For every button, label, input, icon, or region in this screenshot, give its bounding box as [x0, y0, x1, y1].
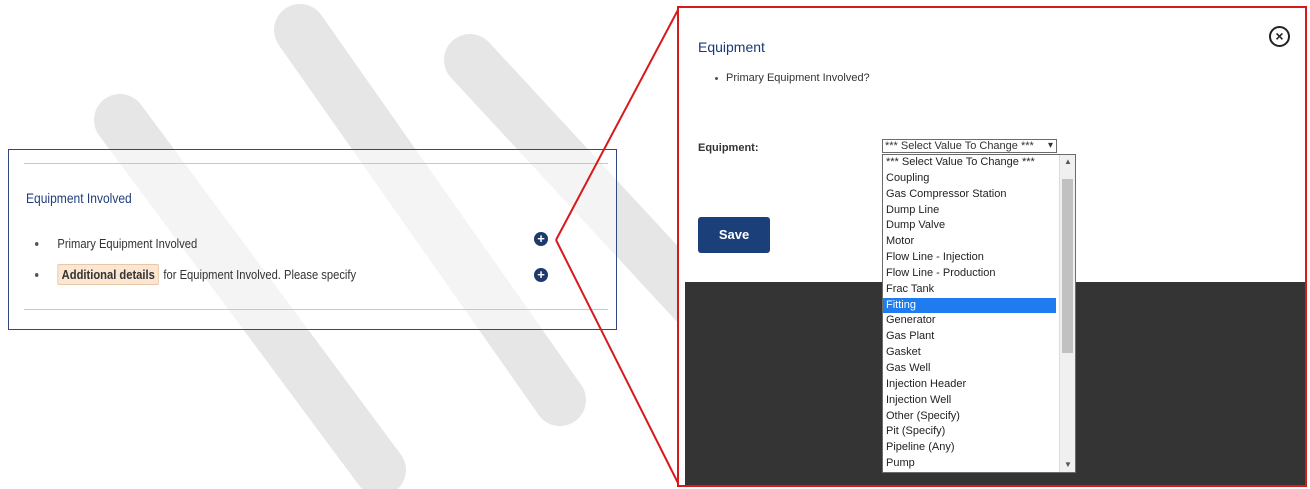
- add-additional-details-plus-icon[interactable]: +: [534, 268, 548, 282]
- item-label: for Equipment Involved. Please specify: [163, 267, 357, 282]
- dropdown-option[interactable]: Pump: [883, 456, 1056, 472]
- dialog-question: Primary Equipment Involved?: [715, 72, 870, 84]
- close-icon[interactable]: ×: [1269, 26, 1290, 47]
- dropdown-option[interactable]: Injection Header: [883, 377, 1056, 393]
- select-value: *** Select Value To Change ***: [885, 140, 1034, 152]
- item-label: Primary Equipment Involved: [57, 236, 198, 251]
- divider: [24, 163, 608, 164]
- bullet-icon: [35, 272, 39, 277]
- additional-details-highlight: Additional details: [57, 264, 160, 285]
- dropdown-option[interactable]: Gas Plant: [883, 329, 1056, 345]
- dropdown-option[interactable]: Generator: [883, 313, 1056, 329]
- dialog-title: Equipment: [698, 39, 765, 55]
- list-item-additional-details: Additional details for Equipment Involve…: [35, 264, 356, 285]
- dropdown-option[interactable]: Motor: [883, 234, 1056, 250]
- dropdown-option[interactable]: Injection Well: [883, 393, 1056, 409]
- dropdown-option[interactable]: *** Select Value To Change ***: [883, 155, 1056, 171]
- dropdown-option[interactable]: Flow Line - Production: [883, 266, 1056, 282]
- dropdown-option[interactable]: Gas Well: [883, 361, 1056, 377]
- bullet-icon: [35, 241, 39, 246]
- chevron-down-icon: ▾: [1047, 140, 1053, 151]
- dropdown-option[interactable]: Pipeline (Any): [883, 440, 1056, 456]
- dropdown-option[interactable]: Frac Tank: [883, 282, 1056, 298]
- dropdown-option[interactable]: Fitting: [883, 297, 1056, 314]
- section-title: Equipment Involved: [26, 190, 132, 206]
- equipment-involved-panel: Equipment Involved Primary Equipment Inv…: [8, 149, 617, 330]
- question-label: Primary Equipment Involved?: [726, 72, 870, 84]
- bullet-icon: [715, 76, 718, 80]
- scroll-up-icon[interactable]: ▲: [1060, 155, 1075, 169]
- equipment-dialog: Equipment × Primary Equipment Involved? …: [677, 6, 1307, 487]
- equipment-dropdown-list[interactable]: *** Select Value To Change *** Coupling Ga…: [882, 154, 1076, 473]
- dropdown-scrollbar[interactable]: ▲ ▼: [1059, 155, 1075, 472]
- save-button[interactable]: Save: [698, 217, 770, 253]
- dropdown-option[interactable]: Pit (Specify): [883, 424, 1056, 440]
- equipment-field-label: Equipment:: [698, 142, 759, 154]
- dropdown-option[interactable]: Dump Valve: [883, 218, 1056, 234]
- dropdown-option[interactable]: Coupling: [883, 171, 1056, 187]
- dropdown-option[interactable]: Flow Line - Injection: [883, 250, 1056, 266]
- equipment-select[interactable]: *** Select Value To Change *** ▾: [882, 139, 1057, 153]
- add-primary-equipment-plus-icon[interactable]: +: [534, 232, 548, 246]
- dropdown-option[interactable]: Other (Specify): [883, 409, 1056, 425]
- dropdown-option[interactable]: Gasket: [883, 345, 1056, 361]
- divider: [24, 309, 608, 310]
- scroll-thumb[interactable]: [1062, 179, 1073, 353]
- scroll-down-icon[interactable]: ▼: [1060, 458, 1075, 472]
- dropdown-option[interactable]: Dump Line: [883, 203, 1056, 219]
- list-item-primary-equipment: Primary Equipment Involved: [35, 236, 197, 251]
- dropdown-option[interactable]: Gas Compressor Station: [883, 187, 1056, 203]
